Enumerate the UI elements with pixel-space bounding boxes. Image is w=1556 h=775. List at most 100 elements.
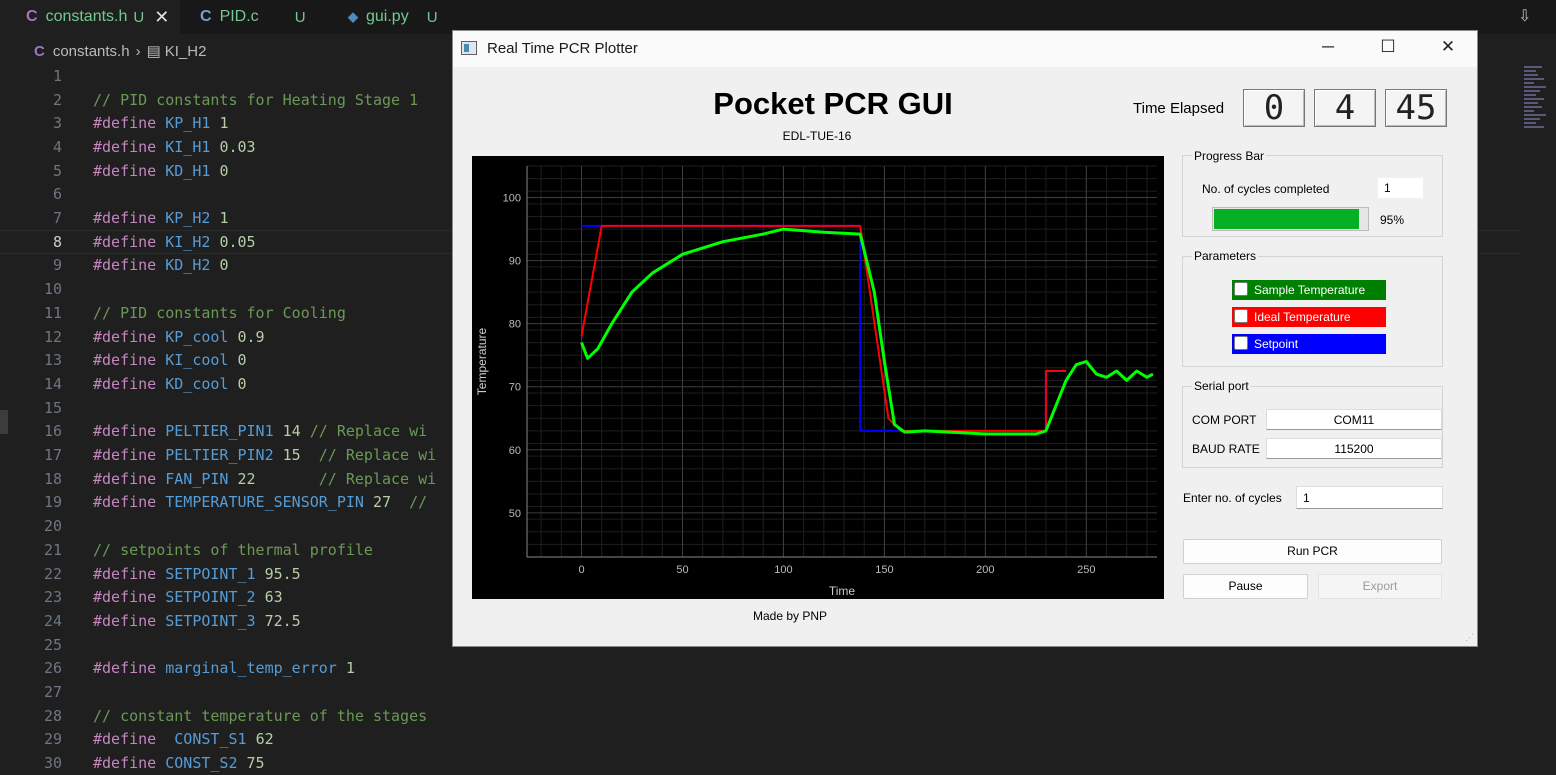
- minimize-icon[interactable]: ─: [1313, 37, 1343, 61]
- pause-button[interactable]: Pause: [1183, 574, 1308, 599]
- window-titlebar[interactable]: Real Time PCR Plotter ─ ☐ ✕: [453, 31, 1477, 67]
- c-file-icon: C: [34, 42, 45, 60]
- line-number: 19: [43, 493, 62, 512]
- pcr-plotter-window: Real Time PCR Plotter ─ ☐ ✕ Pocket PCR G…: [452, 30, 1478, 647]
- tab-label: gui.py: [366, 8, 409, 25]
- line-number: 6: [52, 185, 62, 204]
- app-title: Pocket PCR GUI: [713, 86, 953, 121]
- line-number: 18: [43, 469, 62, 488]
- line-number: 22: [43, 564, 62, 583]
- y-tick-label: 70: [509, 382, 521, 394]
- line-number: 23: [43, 588, 62, 607]
- run-pcr-button[interactable]: Run PCR: [1183, 539, 1442, 564]
- time-elapsed-label: Time Elapsed: [1133, 100, 1225, 117]
- code-line[interactable]: 27: [0, 680, 1520, 704]
- close-icon[interactable]: ✕: [154, 7, 169, 28]
- y-tick-label: 50: [509, 508, 521, 520]
- code-line[interactable]: 29 #define CONST_S1 62: [0, 728, 1520, 752]
- line-number: 15: [43, 398, 62, 417]
- line-text: // constant temperature of the stages: [93, 706, 428, 725]
- line-number: 10: [43, 280, 62, 299]
- line-number: 3: [52, 114, 62, 133]
- line-number: 4: [52, 137, 62, 156]
- line-number: 12: [43, 327, 62, 346]
- export-button: Export: [1318, 574, 1442, 599]
- line-number: 20: [43, 517, 62, 536]
- checkbox-box[interactable]: [1234, 282, 1248, 296]
- baud-rate-label: BAUD RATE: [1192, 442, 1260, 456]
- temperature-plot[interactable]: 0 50 100 150 200 250 50 60 70 80 90 100 Time Temperat…: [472, 156, 1164, 599]
- baud-rate-input[interactable]: 115200: [1266, 438, 1442, 459]
- com-port-input[interactable]: COM11: [1266, 409, 1442, 430]
- cycles-completed-value: 1: [1378, 178, 1423, 198]
- maximize-icon[interactable]: ☐: [1373, 37, 1403, 61]
- line-number: 13: [43, 351, 62, 370]
- progress-fill: [1214, 209, 1360, 229]
- enter-cycles-label: Enter no. of cycles: [1183, 491, 1282, 505]
- untracked-badge: U: [294, 8, 306, 26]
- line-text: #define PELTIER_PIN1 14 // Replace wi: [93, 422, 428, 441]
- parameters-group-title: Parameters: [1192, 249, 1259, 263]
- y-axis-label: Temperature: [475, 327, 489, 395]
- line-text: #define KP_H1 1: [93, 114, 229, 133]
- y-tick-label: 100: [503, 193, 521, 205]
- line-number: 28: [43, 706, 62, 725]
- line-text: #define SETPOINT_2 63: [93, 588, 283, 607]
- tab-pid-c[interactable]: C PID.c U: [180, 0, 330, 34]
- progress-percent: 95%: [1380, 213, 1405, 227]
- checkbox-label: Ideal Temperature: [1254, 310, 1351, 324]
- line-number: 25: [43, 635, 62, 654]
- line-number: 16: [43, 422, 62, 441]
- app-subtitle: EDL-TUE-16: [782, 129, 852, 143]
- line-text: #define KP_cool 0.9: [93, 327, 265, 346]
- line-number: 9: [52, 256, 62, 275]
- symbol-icon: ▤: [146, 43, 161, 60]
- ideal-temperature-checkbox[interactable]: Ideal Temperature: [1232, 307, 1386, 327]
- line-text: #define KI_H1 0.03: [93, 137, 256, 156]
- lcd-hours: 0: [1243, 89, 1305, 127]
- sample-temperature-checkbox[interactable]: Sample Temperature: [1232, 280, 1386, 300]
- line-number: 5: [52, 161, 62, 180]
- breadcrumb-file[interactable]: constants.h: [53, 43, 130, 60]
- line-text: #define KI_H2 0.05: [93, 232, 256, 251]
- footer-credit: Made by PNP: [753, 609, 828, 623]
- untracked-badge: U: [133, 8, 145, 26]
- minimap[interactable]: [1524, 66, 1550, 136]
- breadcrumb-symbol[interactable]: KI_H2: [165, 43, 207, 60]
- line-text: #define PELTIER_PIN2 15 // Replace wi: [93, 446, 437, 465]
- code-line[interactable]: 30 #define CONST_S2 75: [0, 751, 1520, 775]
- resize-grip-icon[interactable]: ⋰: [1465, 632, 1474, 643]
- line-number: 29: [43, 730, 62, 749]
- tab-gui-py[interactable]: ◆ gui.py U: [330, 0, 480, 34]
- line-text: #define SETPOINT_3 72.5: [93, 611, 301, 630]
- code-line[interactable]: 28 // constant temperature of the stages: [0, 704, 1520, 728]
- line-text: // PID constants for Heating Stage 1: [93, 90, 419, 109]
- sample-temperature-line: [580, 227, 1154, 436]
- line-number: 14: [43, 374, 62, 393]
- x-tick-label: 0: [578, 564, 584, 576]
- checkbox-box[interactable]: [1234, 336, 1248, 350]
- serial-port-group-title: Serial port: [1192, 379, 1251, 393]
- c-file-icon: C: [200, 8, 212, 25]
- code-line[interactable]: 26 #define marginal_temp_error 1: [0, 657, 1520, 681]
- x-tick-label: 250: [1077, 564, 1095, 576]
- y-tick-label: 80: [509, 319, 521, 331]
- tab-label: PID.c: [219, 8, 259, 25]
- line-text: // setpoints of thermal profile: [93, 540, 373, 559]
- line-number: 27: [43, 683, 62, 702]
- app-icon: [461, 41, 477, 55]
- tab-constants-h[interactable]: C constants.h U ✕: [0, 0, 180, 34]
- checkbox-label: Sample Temperature: [1254, 283, 1366, 297]
- checkbox-box[interactable]: [1234, 309, 1248, 323]
- line-text: #define KD_H1 0: [93, 161, 229, 180]
- line-text: #define KD_cool 0: [93, 374, 247, 393]
- line-number: 17: [43, 446, 62, 465]
- setpoint-checkbox[interactable]: Setpoint: [1232, 334, 1386, 354]
- line-number: 11: [43, 303, 62, 322]
- enter-cycles-input[interactable]: 1: [1296, 486, 1443, 509]
- close-icon[interactable]: ✕: [1433, 37, 1463, 61]
- line-number: 26: [43, 659, 62, 678]
- line-number: 8: [52, 232, 62, 251]
- split-editor-icon[interactable]: ⇩: [1518, 6, 1538, 26]
- c-file-icon: C: [26, 8, 38, 25]
